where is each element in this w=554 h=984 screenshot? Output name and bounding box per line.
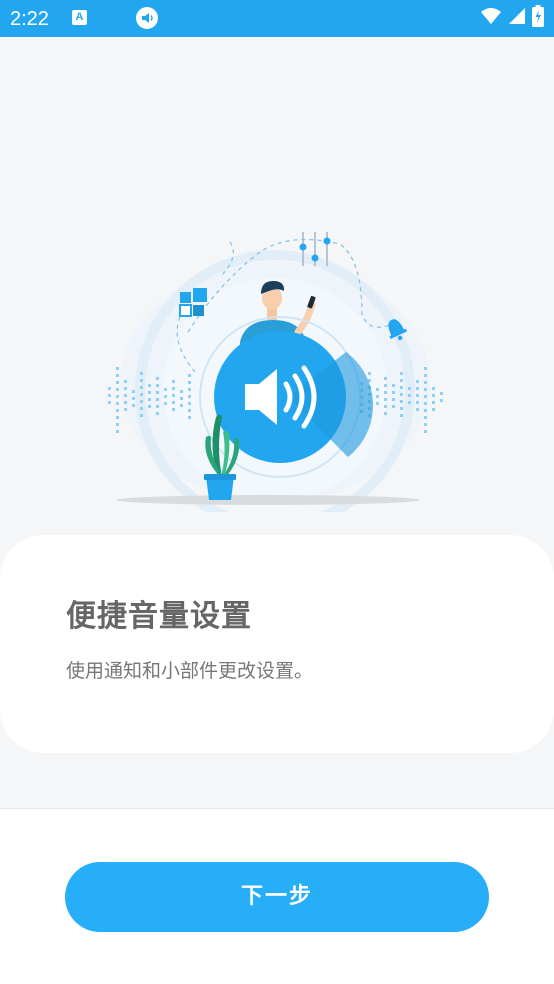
volume-illustration	[100, 222, 454, 530]
card-title: 便捷音量设置	[66, 599, 252, 634]
cell-signal-icon	[508, 7, 526, 29]
info-card: 便捷音量设置 使用通知和小部件更改设置。	[0, 535, 554, 753]
app-grid-icon	[179, 288, 207, 317]
next-button[interactable]: 下一步	[65, 862, 489, 932]
wifi-icon	[480, 7, 502, 29]
card-subtitle: 使用通知和小部件更改设置。	[66, 660, 314, 682]
status-right-icons	[480, 5, 544, 31]
a-notification-icon: A	[72, 10, 87, 25]
status-bar: 2:22 A	[0, 0, 554, 37]
volume-notification-icon	[136, 7, 158, 29]
battery-charging-icon	[532, 5, 544, 31]
status-time: 2:22	[10, 8, 49, 30]
screen: 2:22 A 便捷音量设置 使用通知和小部件更改设置。 下一步	[0, 0, 554, 984]
